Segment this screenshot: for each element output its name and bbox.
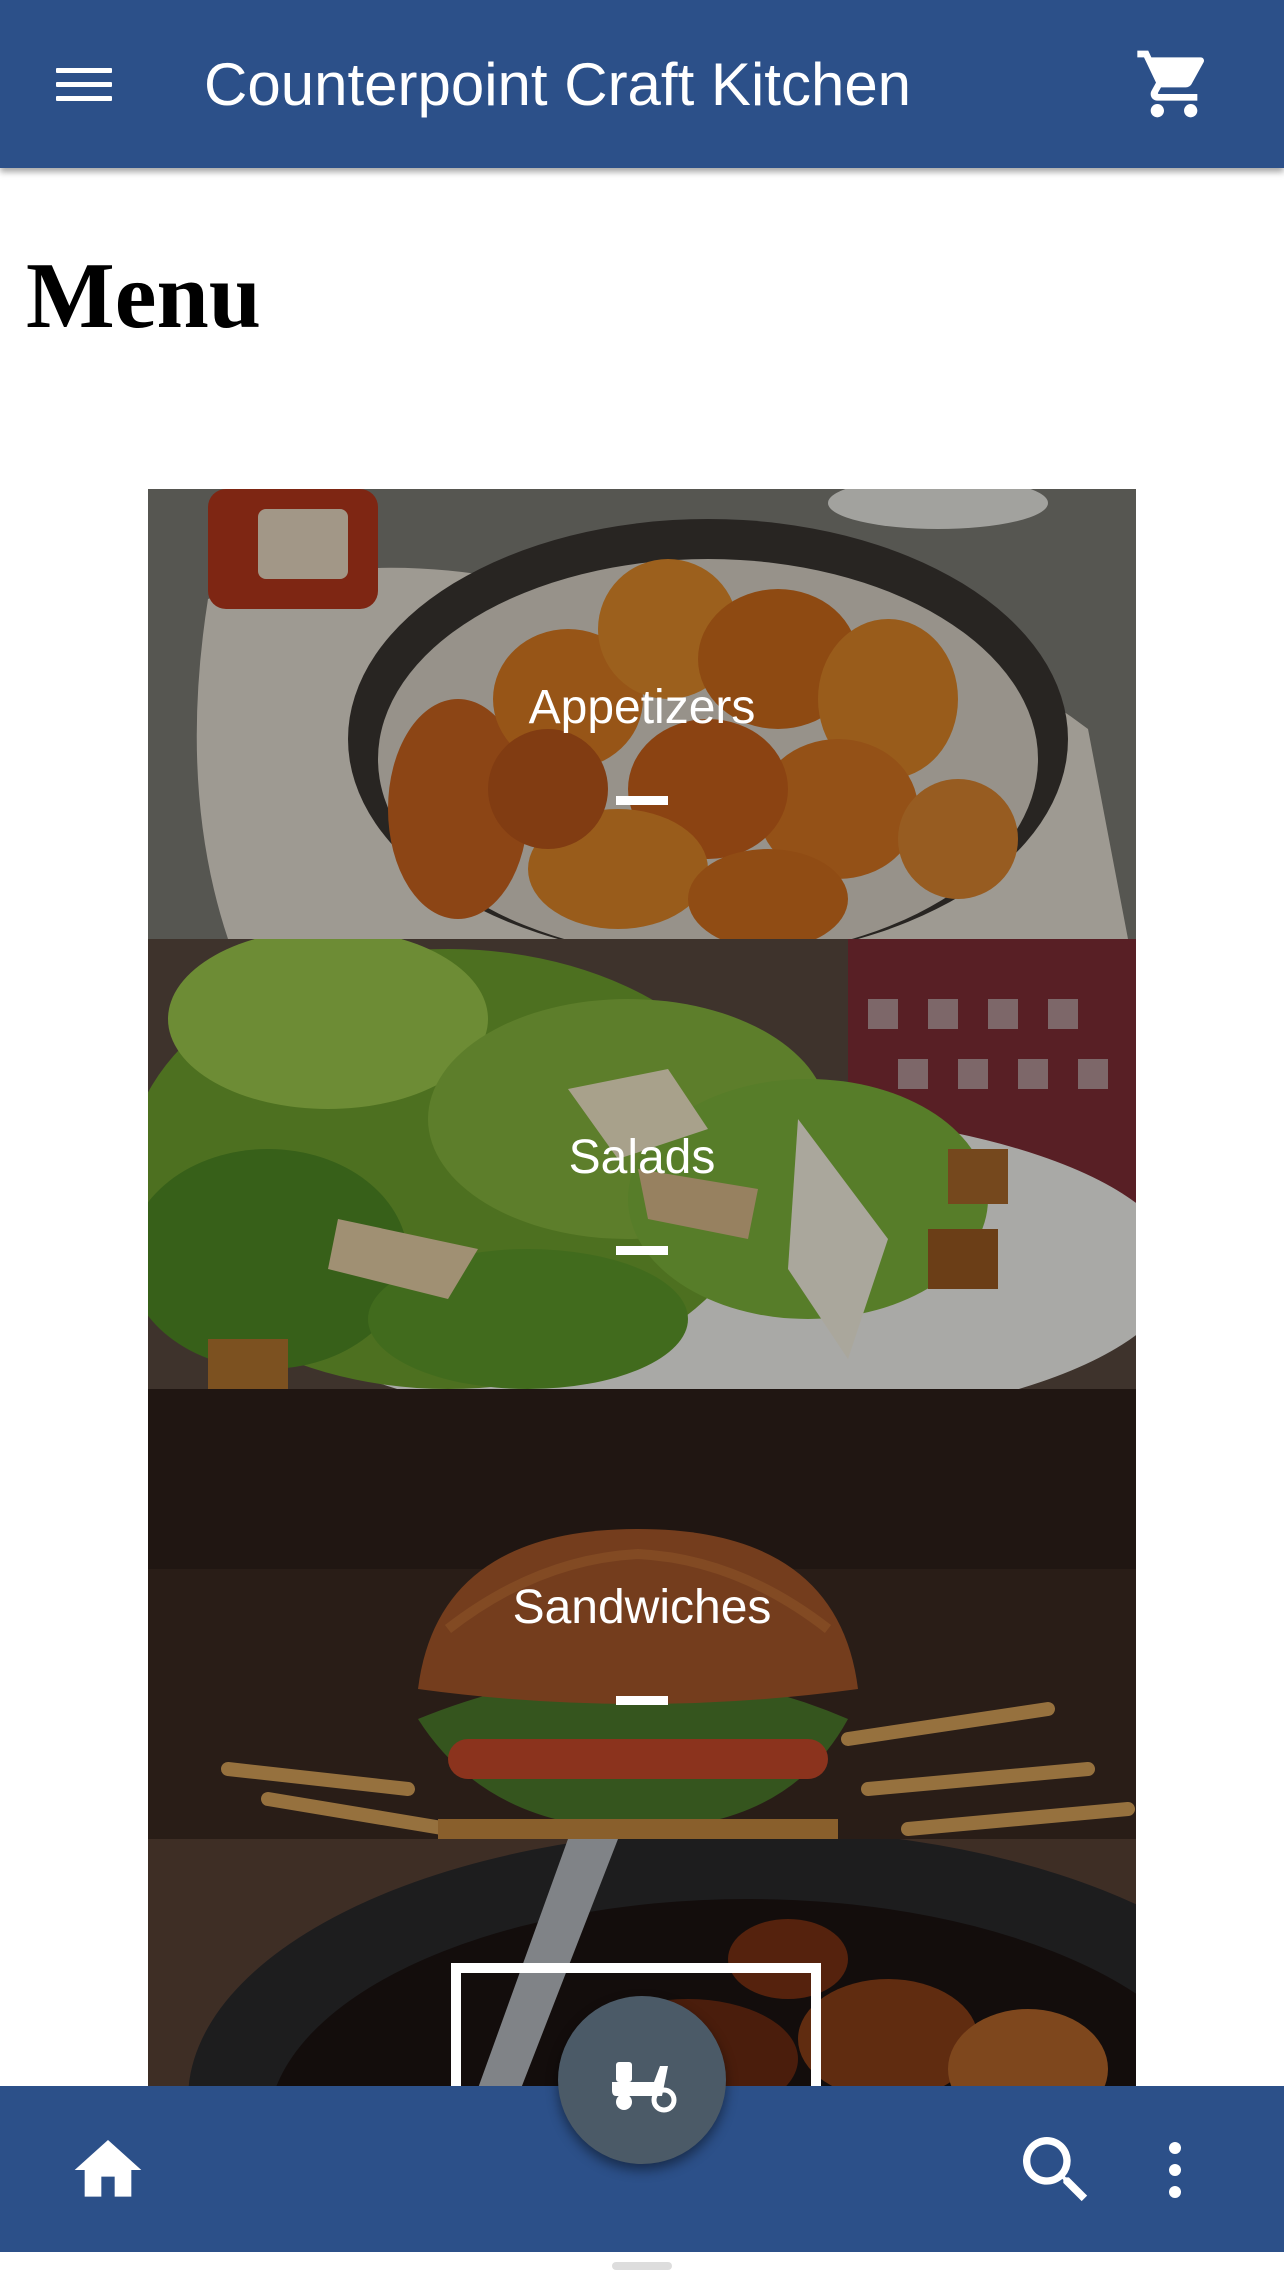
- home-icon: [74, 2140, 142, 2197]
- category-tile-salads[interactable]: Salads: [148, 939, 1136, 1389]
- category-underline: [616, 1246, 668, 1255]
- category-underline: [616, 1696, 668, 1705]
- top-app-bar: Counterpoint Craft Kitchen: [0, 0, 1284, 168]
- more-options-button[interactable]: [1150, 2122, 1200, 2218]
- category-label: Sandwiches: [512, 1581, 772, 1634]
- delivery-scooter-icon: [612, 2062, 677, 2113]
- category-tile-sandwiches[interactable]: Sandwiches: [148, 1389, 1136, 1839]
- shopping-cart-icon: [1137, 50, 1205, 118]
- search-button[interactable]: [1012, 2122, 1100, 2218]
- home-button[interactable]: [68, 2122, 148, 2218]
- category-list: Appetizers Salads Sandwiches: [148, 489, 1136, 2089]
- category-underline: [616, 796, 668, 805]
- page-title: Menu: [26, 244, 261, 348]
- search-icon: [1023, 2137, 1088, 2202]
- menu-button[interactable]: [40, 44, 128, 124]
- category-label: Appetizers: [528, 681, 756, 734]
- more-vertical-icon: [1169, 2142, 1181, 2198]
- category-tile-appetizers[interactable]: Appetizers: [148, 489, 1136, 939]
- category-label: Salads: [568, 1131, 716, 1184]
- app-title: Counterpoint Craft Kitchen: [204, 51, 912, 118]
- cart-button[interactable]: [1130, 44, 1218, 124]
- delivery-fab-button[interactable]: [558, 1996, 726, 2164]
